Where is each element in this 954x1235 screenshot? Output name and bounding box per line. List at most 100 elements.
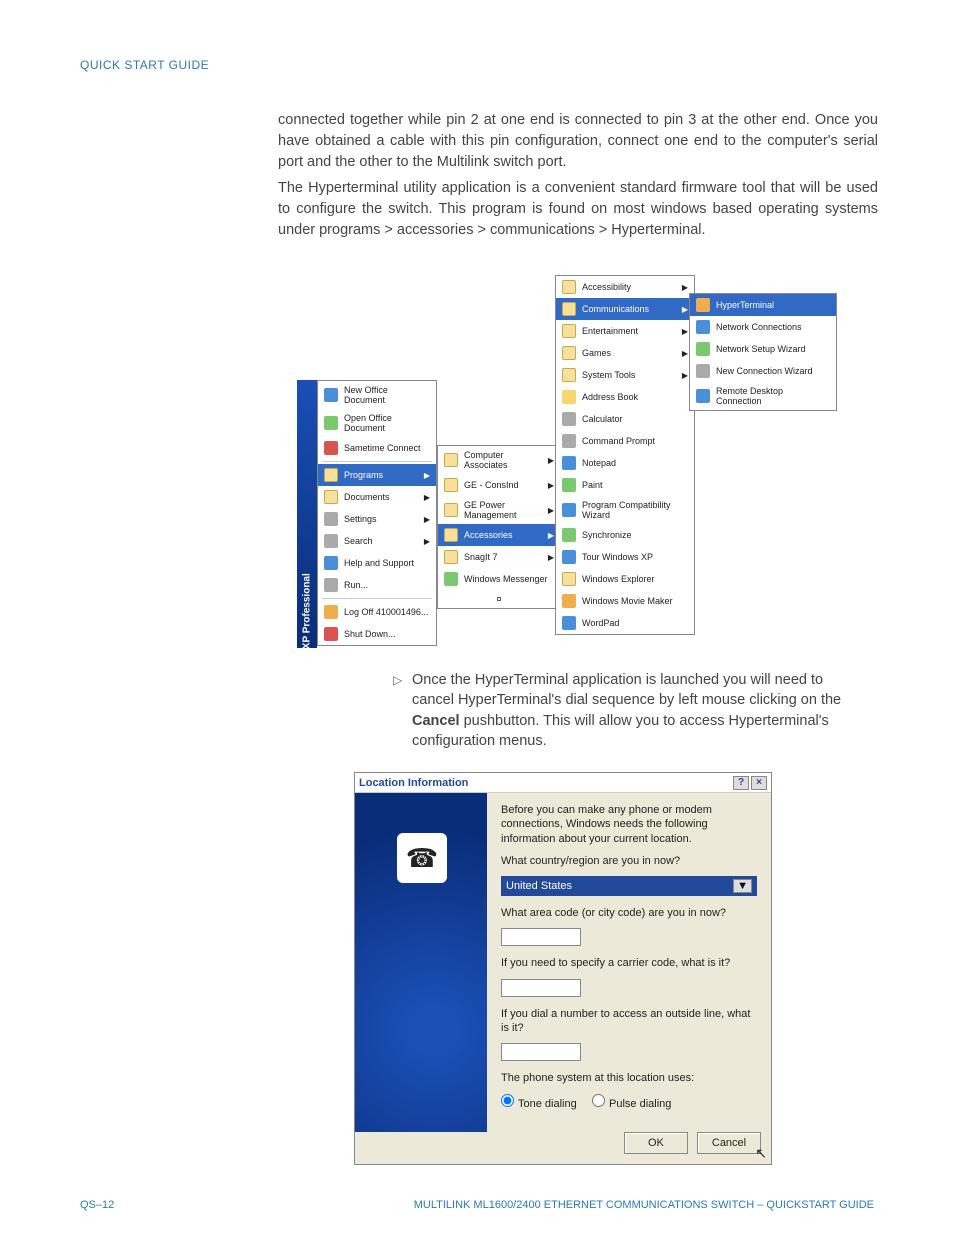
menu-label: Windows Messenger	[464, 574, 548, 584]
app-icon	[562, 302, 576, 316]
folder-icon	[444, 528, 458, 542]
menu-item[interactable]: Documents▶	[318, 486, 436, 508]
app-icon	[562, 616, 576, 630]
app-icon	[562, 434, 576, 448]
menu-item[interactable]: Notepad	[556, 452, 694, 474]
menu-item[interactable]: Paint	[556, 474, 694, 496]
menu-label: Documents	[344, 492, 390, 502]
menu-item-accessories[interactable]: Accessories▶	[438, 524, 560, 546]
menu-item[interactable]: WordPad	[556, 612, 694, 634]
submenu-arrow-icon: ▶	[548, 553, 554, 562]
submenu-arrow-icon: ▶	[682, 371, 688, 380]
menu-label: WordPad	[582, 618, 619, 628]
label-carrier-code: If you need to specify a carrier code, w…	[501, 956, 757, 970]
menu-item[interactable]: Log Off 410001496...	[318, 601, 436, 623]
radio-tone-input[interactable]	[501, 1094, 514, 1107]
logoff-icon	[324, 605, 338, 619]
dialog-intro: Before you can make any phone or modem c…	[501, 803, 757, 846]
menu-item[interactable]: Windows Movie Maker	[556, 590, 694, 612]
app-icon	[696, 320, 710, 334]
menu-item-programs[interactable]: Programs▶	[318, 464, 436, 486]
menu-item[interactable]: Shut Down...	[318, 623, 436, 645]
menu-item[interactable]: Synchronize	[556, 524, 694, 546]
menu-item[interactable]: Network Setup Wizard	[690, 338, 836, 360]
country-select[interactable]: United States ▼	[501, 876, 757, 896]
menu-item[interactable]: System Tools▶	[556, 364, 694, 386]
start-menu-column-4: HyperTerminal Network ConnectionsNetwork …	[689, 293, 837, 411]
menu-item[interactable]: GE - ConsInd▶	[438, 474, 560, 496]
start-menu-figure: Windows XP Professional New Office Docum…	[297, 275, 842, 645]
menu-item[interactable]: Accessibility▶	[556, 276, 694, 298]
start-menu-os-label: Windows XP Professional	[302, 573, 313, 696]
menu-label: Tour Windows XP	[582, 552, 653, 562]
menu-item-expand[interactable]: ¤	[438, 590, 560, 608]
header-title: QUICK START GUIDE	[80, 58, 209, 72]
menu-item-hyperterminal[interactable]: HyperTerminal	[690, 294, 836, 316]
page-number: QS–12	[80, 1199, 114, 1211]
menu-item[interactable]: Open Office Document	[318, 409, 436, 437]
radio-tone[interactable]: Tone dialing	[501, 1098, 577, 1110]
close-button[interactable]: ×	[751, 776, 767, 790]
submenu-arrow-icon: ▶	[424, 515, 430, 524]
app-icon	[562, 346, 576, 360]
menu-item[interactable]: Search▶	[318, 530, 436, 552]
outside-line-input[interactable]	[501, 1043, 581, 1061]
menu-item[interactable]: Help and Support	[318, 552, 436, 574]
app-icon	[562, 594, 576, 608]
menu-item[interactable]: Games▶	[556, 342, 694, 364]
menu-label: HyperTerminal	[716, 300, 774, 310]
menu-item[interactable]: GE Power Management ▶	[438, 496, 560, 524]
area-code-input[interactable]	[501, 928, 581, 946]
menu-label: Notepad	[582, 458, 616, 468]
menu-item[interactable]: Communications▶	[556, 298, 694, 320]
carrier-code-input[interactable]	[501, 979, 581, 997]
footer-title: MULTILINK ML1600/2400 ETHERNET COMMUNICA…	[414, 1199, 874, 1211]
menu-item[interactable]: Settings ▶	[318, 508, 436, 530]
menu-item[interactable]: Tour Windows XP	[556, 546, 694, 568]
chat-icon	[324, 441, 338, 455]
folder-icon	[444, 550, 458, 564]
shutdown-icon	[324, 627, 338, 641]
menu-item[interactable]: New Connection Wizard	[690, 360, 836, 382]
menu-item[interactable]: Windows Explorer	[556, 568, 694, 590]
menu-item[interactable]: New Office Document	[318, 381, 436, 409]
menu-item[interactable]: SnagIt 7 ▶	[438, 546, 560, 568]
menu-item[interactable]: Computer Associates▶	[438, 446, 560, 474]
app-icon	[696, 298, 710, 312]
menu-item[interactable]: Windows Messenger	[438, 568, 560, 590]
menu-label: Computer Associates	[464, 450, 542, 470]
submenu-arrow-icon: ▶	[548, 481, 554, 490]
menu-label: Open Office Document	[344, 413, 430, 433]
menu-item[interactable]: Entertainment▶	[556, 320, 694, 342]
app-icon	[562, 503, 576, 517]
dropdown-arrow-icon: ▼	[733, 879, 752, 893]
ok-button[interactable]: OK	[624, 1132, 688, 1154]
step-text-post: pushbutton. This will allow you to acces…	[412, 713, 829, 749]
step-instruction: Once the HyperTerminal application is la…	[390, 670, 850, 751]
menu-label: SnagIt 7	[464, 552, 498, 562]
submenu-arrow-icon: ▶	[548, 506, 554, 515]
folder-icon	[444, 478, 458, 492]
radio-pulse-input[interactable]	[592, 1094, 605, 1107]
menu-item[interactable]: Sametime Connect	[318, 437, 436, 459]
menu-item[interactable]: Run...	[318, 574, 436, 596]
menu-item[interactable]: Command Prompt	[556, 430, 694, 452]
menu-item[interactable]: Network Connections	[690, 316, 836, 338]
settings-icon	[324, 512, 338, 526]
menu-label: Entertainment	[582, 326, 638, 336]
cancel-button[interactable]: Cancel	[697, 1132, 761, 1154]
menu-item[interactable]: Program Compatibility Wizard	[556, 496, 694, 524]
menu-label: Sametime Connect	[344, 443, 421, 453]
radio-pulse[interactable]: Pulse dialing	[592, 1098, 671, 1110]
dialog-right-panel: Before you can make any phone or modem c…	[487, 793, 771, 1132]
paragraph-1: connected together while pin 2 at one en…	[278, 110, 878, 173]
menu-item[interactable]: Calculator	[556, 408, 694, 430]
menu-label: Settings	[344, 514, 377, 524]
dialog-titlebar: Location Information ? ×	[355, 773, 771, 793]
menu-item[interactable]: Remote Desktop Connection	[690, 382, 836, 410]
menu-label: Games	[582, 348, 611, 358]
menu-label: Programs	[344, 470, 383, 480]
menu-item[interactable]: Address Book	[556, 386, 694, 408]
help-button[interactable]: ?	[733, 776, 749, 790]
menu-label: GE Power Management	[464, 500, 542, 520]
